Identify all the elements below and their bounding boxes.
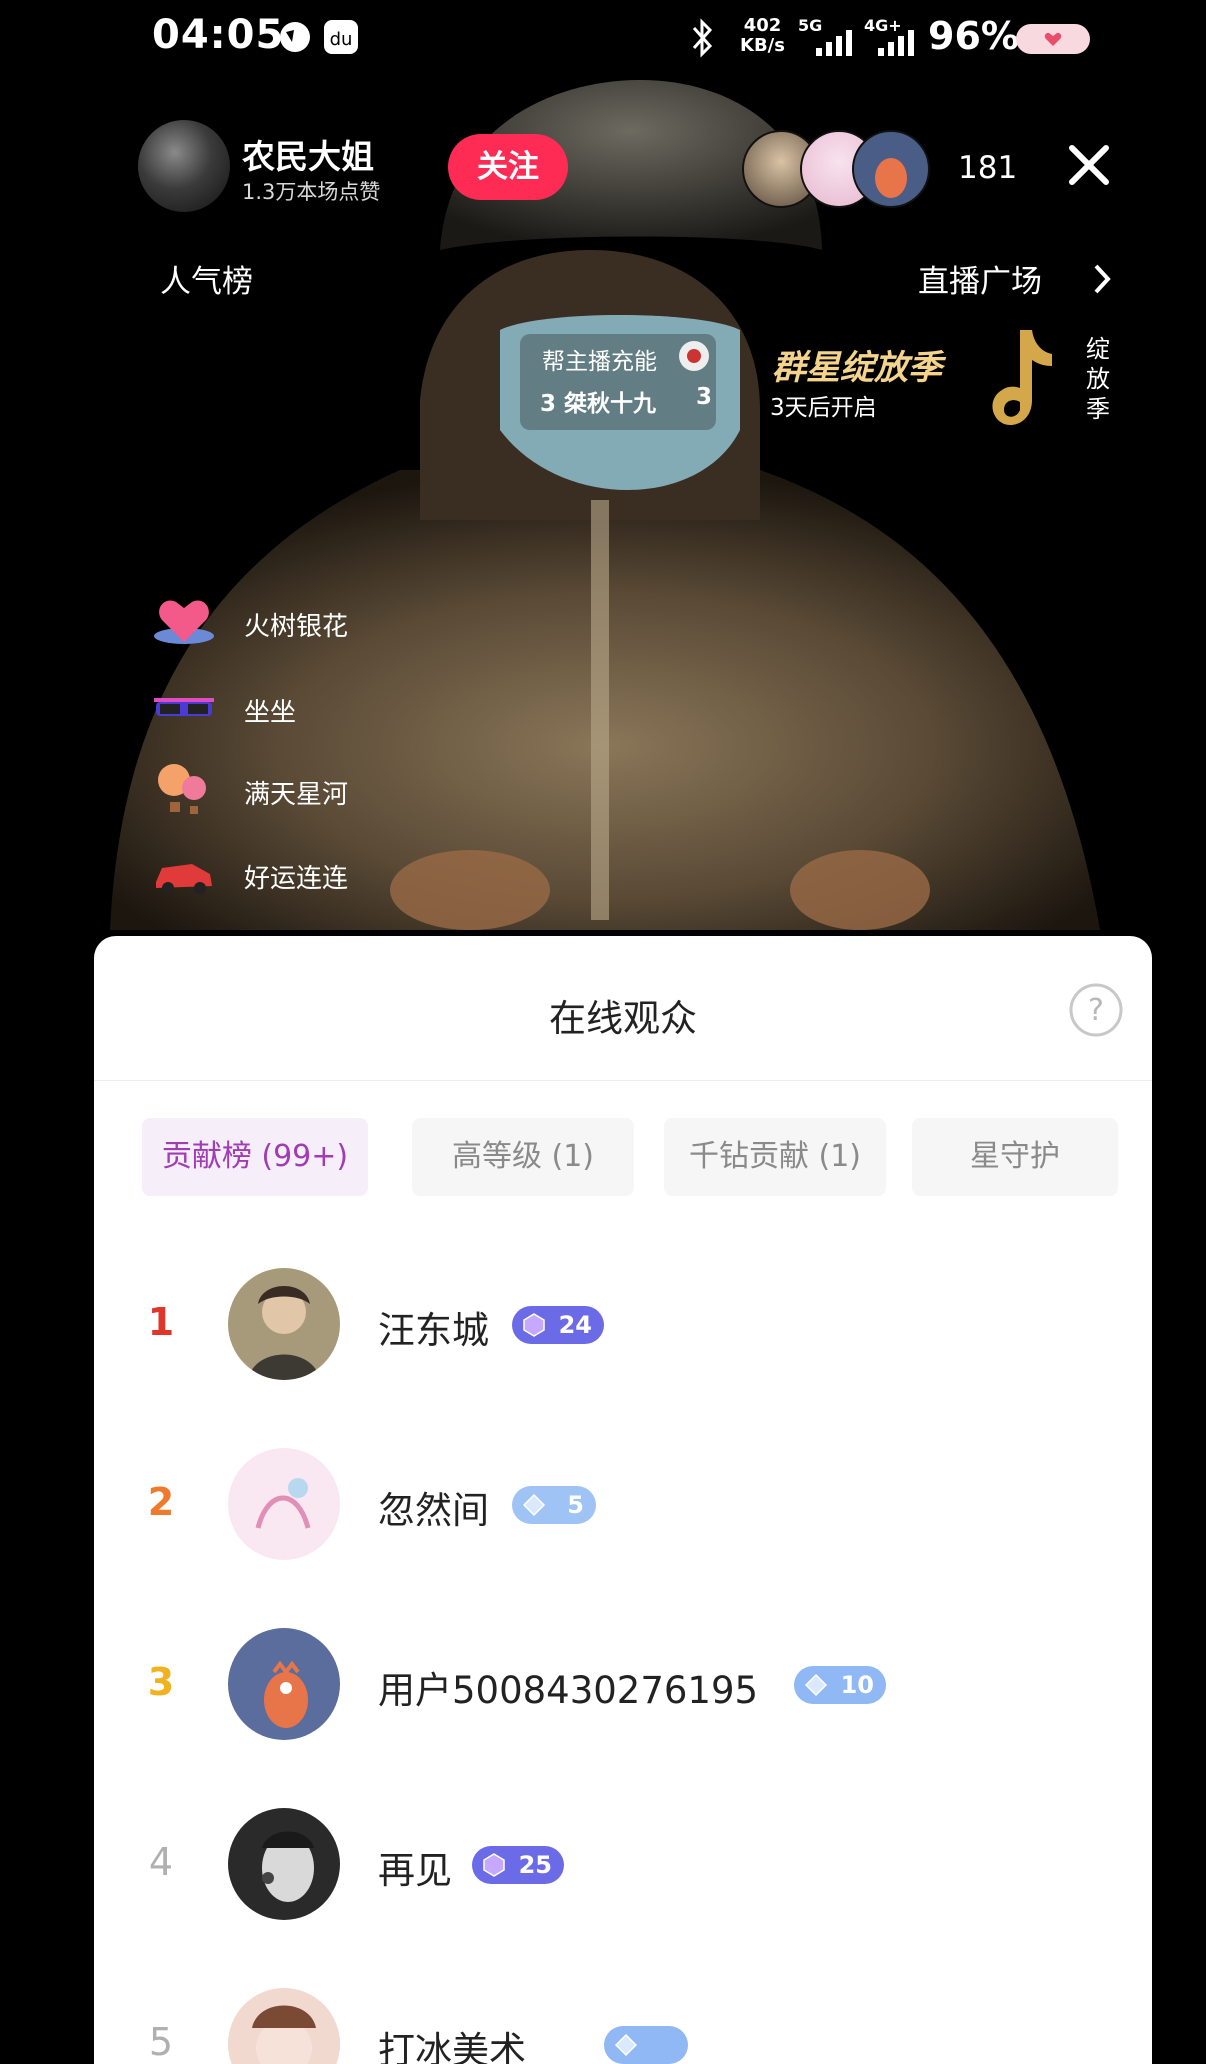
- season-subtitle: 3天后开启: [770, 395, 877, 421]
- user-name: 汪东城: [378, 1309, 489, 1352]
- avatar[interactable]: [228, 1268, 340, 1380]
- bluetooth-icon: [692, 18, 713, 58]
- charge-avatar-icon: [679, 341, 709, 371]
- rank-number: 4: [148, 1840, 174, 1884]
- help-icon[interactable]: ?: [1068, 982, 1124, 1038]
- sunglasses-gift-icon: [154, 698, 214, 716]
- avatar[interactable]: [228, 1988, 340, 2064]
- diamond-icon: [614, 2033, 638, 2057]
- top-viewer-avatar[interactable]: [852, 130, 930, 208]
- season-title[interactable]: 群星绽放季: [772, 340, 942, 389]
- status-bar: 04:05 du 402 KB/s 5G 4G+ 96%: [0, 0, 1206, 76]
- heart-icon: [1044, 32, 1062, 46]
- signal-icon: [878, 30, 914, 56]
- level-badge: 25: [472, 1846, 564, 1884]
- level-badge: 10: [794, 1666, 886, 1704]
- gem-icon: [523, 1313, 545, 1337]
- charge-count: 3: [696, 384, 713, 410]
- diamond-icon: [522, 1493, 546, 1517]
- audience-row[interactable]: 1 汪东城 24: [94, 1250, 1152, 1400]
- anchor-name[interactable]: 农民大姐: [242, 130, 374, 178]
- level-badge: 5: [512, 1486, 596, 1524]
- anchor-avatar[interactable]: [138, 120, 230, 212]
- rank-number: 5: [148, 2020, 174, 2064]
- tab-diamond-contribution[interactable]: 千钻贡献 (1): [664, 1118, 886, 1196]
- audience-row[interactable]: 5 打冰美术: [94, 1970, 1152, 2064]
- charge-top-user: 3 桀秋十九: [540, 391, 657, 417]
- network-speed: 402 KB/s: [740, 15, 785, 56]
- heart-gift-icon: [154, 600, 214, 644]
- balloon-gift-icon: [158, 764, 206, 814]
- audience-row[interactable]: 2 忽然间 5: [94, 1430, 1152, 1580]
- app-notification-icon: du: [324, 20, 358, 54]
- live-room-screen: 04:05 du 402 KB/s 5G 4G+ 96% 农民大姐 1.3万本场点…: [0, 0, 1206, 2064]
- sheet-title: 在线观众: [549, 997, 697, 1040]
- svg-text:du: du: [330, 29, 353, 50]
- charge-title: 帮主播充能: [542, 349, 657, 375]
- diamond-icon: [804, 1673, 828, 1697]
- rank-number: 2: [147, 1480, 175, 1524]
- globe-icon: [280, 22, 310, 52]
- follow-button[interactable]: 关注: [448, 134, 568, 200]
- tab-star-guard[interactable]: 星守护: [912, 1118, 1118, 1196]
- tiktok-logo-icon[interactable]: [986, 324, 1056, 432]
- online-audience-sheet: 在线观众 ? 贡献榜 (99+) 高等级 (1) 千钻贡献 (1) 星守护 1 …: [94, 936, 1152, 2064]
- popularity-rank-link[interactable]: 人气榜: [160, 256, 253, 301]
- avatar[interactable]: [228, 1448, 340, 1560]
- divider: [94, 1080, 1152, 1081]
- signal-icon: [816, 30, 852, 56]
- avatar[interactable]: [228, 1808, 340, 1920]
- status-time: 04:05: [152, 12, 285, 58]
- live-square-link[interactable]: 直播广场: [918, 256, 1042, 301]
- battery-level: 96%: [928, 14, 1019, 58]
- battery-icon: [1016, 24, 1090, 54]
- tab-contribution[interactable]: 贡献榜 (99+): [142, 1118, 368, 1196]
- level-badge: [604, 2026, 688, 2064]
- user-name: 忽然间: [378, 1489, 489, 1532]
- audience-row[interactable]: 3 用户5008430276195 10: [94, 1610, 1152, 1760]
- car-gift-icon: [156, 864, 212, 894]
- user-name: 再见: [378, 1849, 452, 1892]
- season-side-label: 绽放季: [1086, 335, 1110, 423]
- chevron-right-icon[interactable]: [1090, 262, 1114, 296]
- tab-high-level[interactable]: 高等级 (1): [412, 1118, 634, 1196]
- rank-number: 1: [147, 1300, 175, 1344]
- user-name: 用户5008430276195: [378, 1669, 759, 1712]
- gem-icon: [483, 1853, 505, 1877]
- user-name: 打冰美术: [378, 2029, 526, 2064]
- close-icon[interactable]: [1066, 142, 1112, 188]
- mascot-icon: [875, 158, 907, 198]
- rank-number: 3: [147, 1660, 175, 1704]
- anchor-likes: 1.3万本场点赞: [242, 180, 381, 204]
- audience-row[interactable]: 4 再见 25: [94, 1790, 1152, 1940]
- svg-text:?: ?: [1088, 993, 1104, 1028]
- viewer-count[interactable]: 181: [958, 150, 1017, 186]
- level-badge: 24: [512, 1306, 604, 1344]
- avatar[interactable]: [228, 1628, 340, 1740]
